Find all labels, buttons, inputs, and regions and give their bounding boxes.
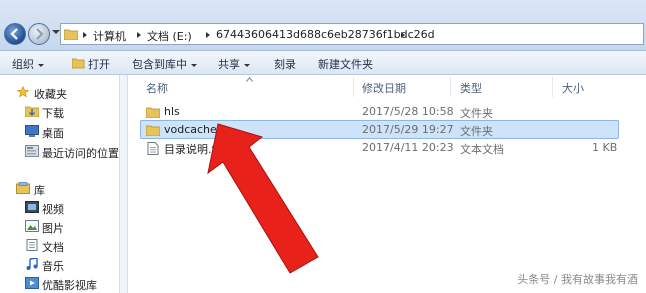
red-arrow-annotation [207,123,319,274]
watermark: 头条号 / 我有故事我有酒 [517,273,638,286]
